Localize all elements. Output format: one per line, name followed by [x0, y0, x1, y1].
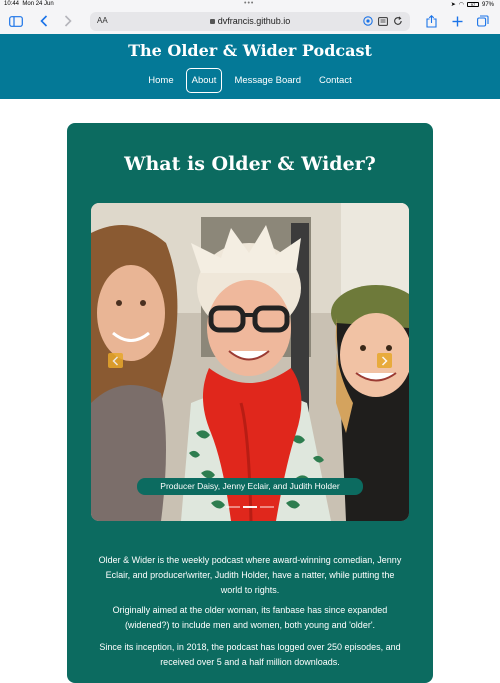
about-paragraph-1: Older & Wider is the weekly podcast wher… [98, 555, 402, 595]
carousel-indicator[interactable] [260, 506, 274, 508]
nav-contact[interactable]: Contact [313, 68, 358, 93]
main-nav: Home About Message Board Contact [0, 68, 500, 93]
carousel-caption: Producer Daisy, Jenny Eclair, and Judith… [137, 478, 363, 495]
tabs-overview-icon[interactable] [475, 13, 491, 29]
site-title[interactable]: The Older & Wider Podcast [0, 41, 500, 60]
reader-mode-icon[interactable] [377, 15, 389, 27]
about-heading: What is Older & Wider? [124, 153, 376, 175]
carousel-indicators [91, 506, 409, 508]
carousel-photo [91, 203, 409, 521]
status-time: 10:44 Mon 24 Jun [4, 1, 54, 7]
carousel-indicator[interactable] [226, 506, 240, 508]
battery-percent: 97% [481, 1, 494, 8]
carousel-next-button[interactable] [377, 353, 392, 368]
site-header: The Older & Wider Podcast Home About Mes… [0, 34, 500, 99]
photo-carousel[interactable]: Producer Daisy, Jenny Eclair, and Judith… [91, 203, 409, 521]
wifi-icon: ◠ [458, 2, 464, 8]
status-bar: 10:44 Mon 24 Jun ••• ➤ ◠ 97 97% [0, 0, 500, 9]
nav-home[interactable]: Home [142, 68, 179, 93]
about-card: What is Older & Wider? Producer Daisy, J… [67, 123, 433, 683]
address-bar[interactable]: AA dvfrancis.github.io [90, 12, 410, 31]
about-paragraph-2: Originally aimed at the older woman, its… [112, 605, 388, 630]
share-icon[interactable] [423, 13, 439, 29]
lock-icon [209, 19, 215, 25]
forward-icon[interactable] [60, 13, 76, 29]
reload-icon[interactable] [392, 15, 404, 27]
nav-about[interactable]: About [185, 68, 223, 93]
chevron-right-icon [381, 355, 388, 366]
status-right: ➤ ◠ 97 97% [450, 1, 494, 9]
location-icon: ➤ [450, 2, 456, 8]
privacy-report-icon[interactable] [362, 15, 374, 27]
battery-icon: 97 [466, 2, 479, 7]
multitasking-dots-icon[interactable]: ••• [244, 0, 254, 7]
sidebar-toggle-icon[interactable] [8, 13, 24, 29]
carousel-prev-button[interactable] [108, 353, 123, 368]
about-paragraph-3: Since its inception, in 2018, the podcas… [99, 642, 401, 667]
carousel-indicator[interactable] [243, 506, 257, 508]
new-tab-icon[interactable] [449, 13, 465, 29]
back-icon[interactable] [36, 13, 52, 29]
chevron-left-icon [112, 355, 119, 366]
browser-toolbar: AA dvfrancis.github.io [0, 9, 500, 34]
nav-message-board[interactable]: Message Board [228, 68, 307, 93]
